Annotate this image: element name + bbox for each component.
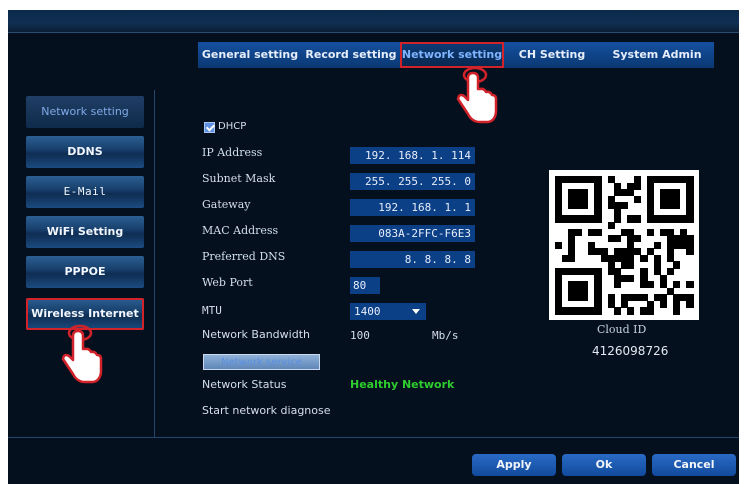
pointing-hand-icon (61, 324, 103, 384)
cancel-button[interactable]: Cancel (652, 454, 736, 476)
qr-module (653, 241, 661, 249)
qr-module (686, 215, 694, 223)
subnet-mask-label: Subnet Mask (202, 172, 276, 185)
qr-module (666, 268, 674, 276)
mtu-value: 1400 (354, 305, 381, 318)
qr-code (549, 170, 699, 320)
cloud-id-label: Cloud ID (597, 323, 647, 336)
preferred-dns-label: Preferred DNS (202, 250, 286, 263)
qr-module (640, 254, 648, 262)
qr-module (686, 248, 694, 256)
qr-module (627, 261, 635, 269)
subnet-mask-field[interactable]: 255. 255. 255. 0 (350, 173, 475, 190)
gateway-label: Gateway (202, 198, 251, 211)
ip-address-field[interactable]: 192. 168. 1. 114 (350, 147, 475, 164)
pointing-hand-icon (456, 66, 498, 124)
qr-module (633, 215, 641, 223)
qr-module (686, 281, 694, 289)
mac-address-field: 083A-2FFC-F6E3 (350, 225, 475, 242)
qr-module (647, 281, 655, 289)
qr-module (594, 228, 602, 236)
qr-module (620, 202, 628, 210)
dhcp-label: DHCP (218, 121, 247, 132)
qr-module (594, 307, 602, 315)
qr-module (627, 274, 635, 282)
sidebar-item-wifi-setting[interactable]: WiFi Setting (26, 216, 144, 248)
qr-module (673, 202, 681, 210)
sidebar-item-network-setting[interactable]: Network setting (26, 96, 144, 128)
tab-bar: General setting Record setting Network s… (198, 42, 714, 68)
sidebar-item-email[interactable]: E-Mail (26, 176, 144, 208)
ok-button[interactable]: Ok (562, 454, 646, 476)
qr-module (614, 215, 622, 223)
qr-module (581, 202, 589, 210)
qr-module (647, 307, 655, 315)
sidebar-item-pppoe[interactable]: PPPOE (26, 256, 144, 288)
qr-module (614, 281, 622, 289)
qr-module (627, 307, 635, 315)
bandwidth-unit: Mb/s (432, 329, 459, 342)
qr-module (633, 235, 641, 243)
qr-module (686, 300, 694, 308)
qr-module (614, 235, 622, 243)
dropdown-arrow-icon (412, 309, 420, 314)
ip-address-label: IP Address (202, 146, 263, 159)
top-bar (8, 10, 739, 33)
network-status-value: Healthy Network (350, 378, 455, 391)
network-status-label: Network Status (202, 378, 287, 391)
apply-button[interactable]: Apply (472, 454, 556, 476)
qr-module (647, 228, 655, 236)
qr-module (660, 300, 668, 308)
footer-divider (8, 437, 739, 438)
tab-record-setting[interactable]: Record setting (302, 42, 400, 68)
qr-module (633, 182, 641, 190)
web-port-label: Web Port (202, 276, 253, 289)
qr-module (614, 307, 622, 315)
web-port-field[interactable]: 80 (350, 277, 380, 294)
sidebar-item-ddns[interactable]: DDNS (26, 136, 144, 168)
gateway-field[interactable]: 192. 168. 1. 1 (350, 199, 475, 216)
tab-ch-setting[interactable]: CH Setting (504, 42, 600, 68)
qr-module (594, 215, 602, 223)
bandwidth-value: 100 (350, 329, 370, 342)
bandwidth-label: Network Bandwidth (202, 328, 310, 341)
qr-module (673, 261, 681, 269)
mtu-select[interactable]: 1400 (350, 303, 426, 320)
qr-module (607, 222, 615, 230)
cloud-id-value: 4126098726 (592, 344, 669, 358)
mtu-label: MTU (202, 304, 222, 317)
qr-module (568, 254, 576, 262)
start-network-diagnose-link[interactable]: Start network diagnose (202, 404, 331, 417)
qr-module (633, 195, 641, 203)
preferred-dns-field[interactable]: 8. 8. 8. 8 (350, 251, 475, 268)
qr-module (555, 241, 563, 249)
qr-module (574, 228, 582, 236)
tab-network-setting[interactable]: Network setting (400, 42, 504, 68)
qr-module (673, 281, 681, 289)
mac-address-label: MAC Address (202, 224, 279, 237)
tab-general-setting[interactable]: General setting (198, 42, 302, 68)
dhcp-checkbox[interactable] (204, 122, 215, 133)
tab-system-admin[interactable]: System Admin (600, 42, 714, 68)
qr-module (581, 294, 589, 302)
qr-module (673, 307, 681, 315)
network-service-button[interactable]: Network service (203, 354, 320, 370)
